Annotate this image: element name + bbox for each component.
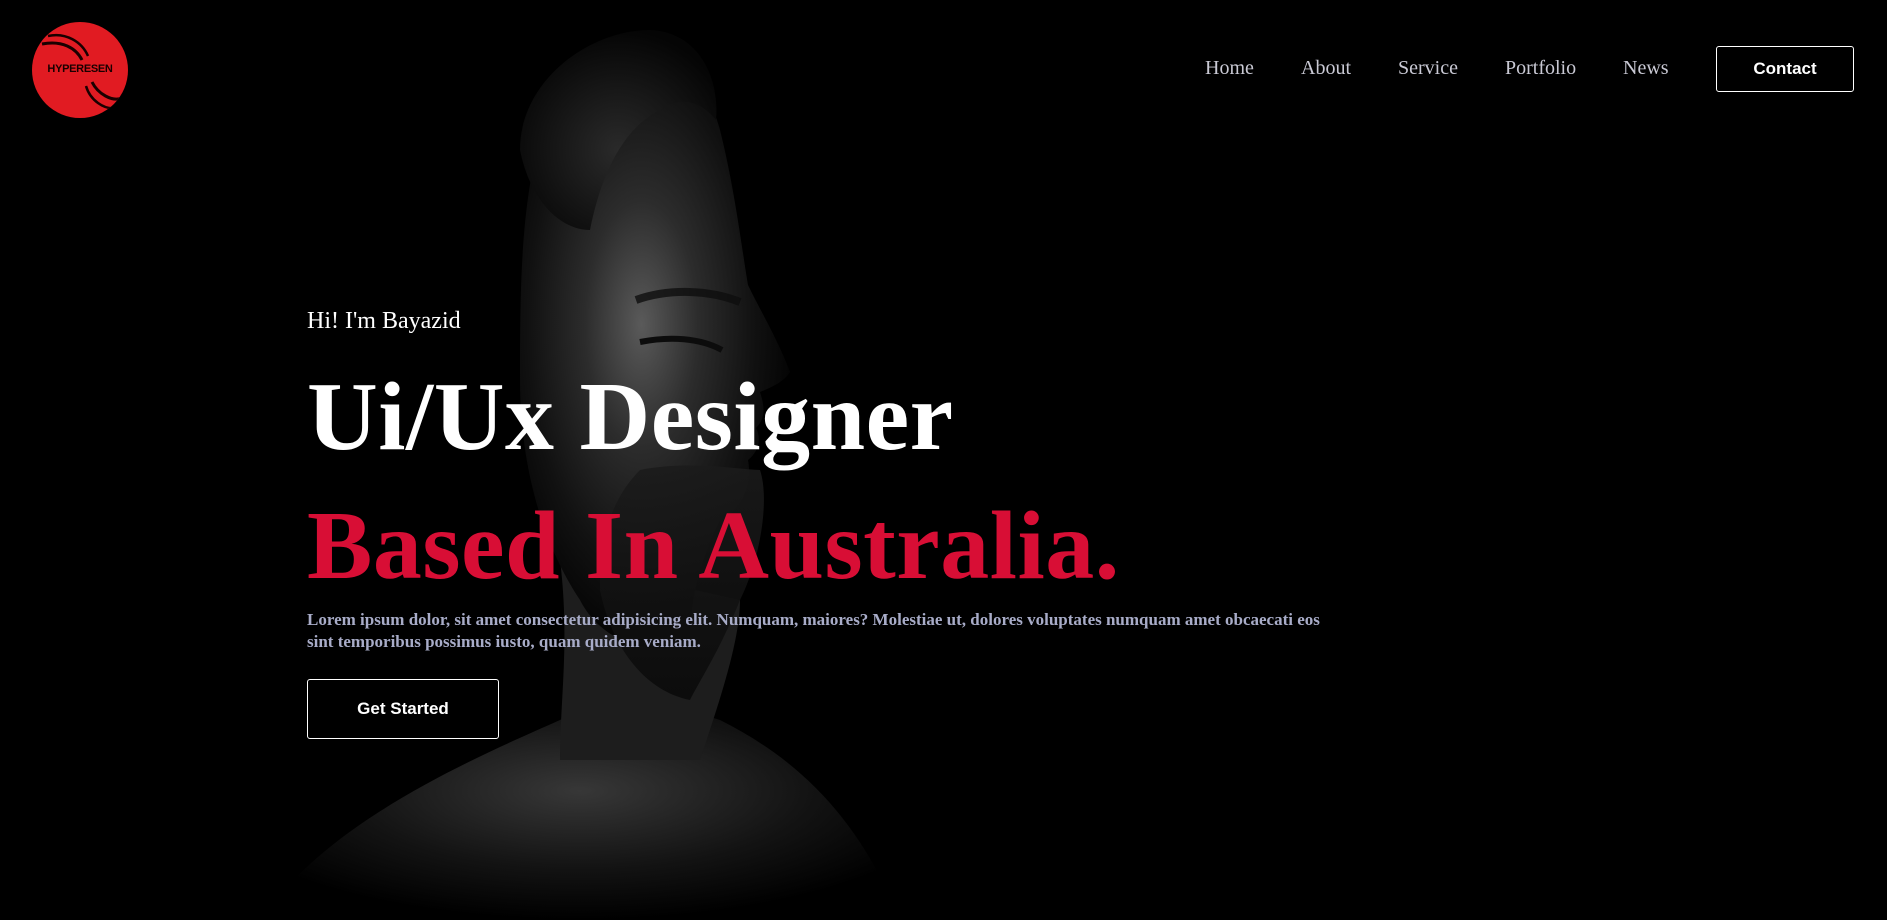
logo-text: HYPERESEN bbox=[47, 63, 113, 75]
nav-item-service[interactable]: Service bbox=[1398, 57, 1458, 80]
hero-headline-location: Based In Australia. bbox=[307, 492, 1120, 600]
hero-headline-role: Ui/Ux Designer bbox=[307, 363, 954, 471]
nav-item-about[interactable]: About bbox=[1301, 57, 1351, 80]
nav-item-news[interactable]: News bbox=[1623, 57, 1669, 80]
get-started-button[interactable]: Get Started bbox=[307, 679, 499, 739]
nav-item-portfolio[interactable]: Portfolio bbox=[1505, 57, 1576, 80]
hero-page: HYPERESEN Home About Service Portfolio N… bbox=[0, 0, 1887, 920]
brand-logo[interactable]: HYPERESEN bbox=[32, 22, 128, 118]
hero-greeting: Hi! I'm Bayazid bbox=[307, 308, 461, 334]
contact-button[interactable]: Contact bbox=[1716, 46, 1854, 92]
nav-item-home[interactable]: Home bbox=[1205, 57, 1254, 80]
hero-description: Lorem ipsum dolor, sit amet consectetur … bbox=[307, 610, 1320, 651]
